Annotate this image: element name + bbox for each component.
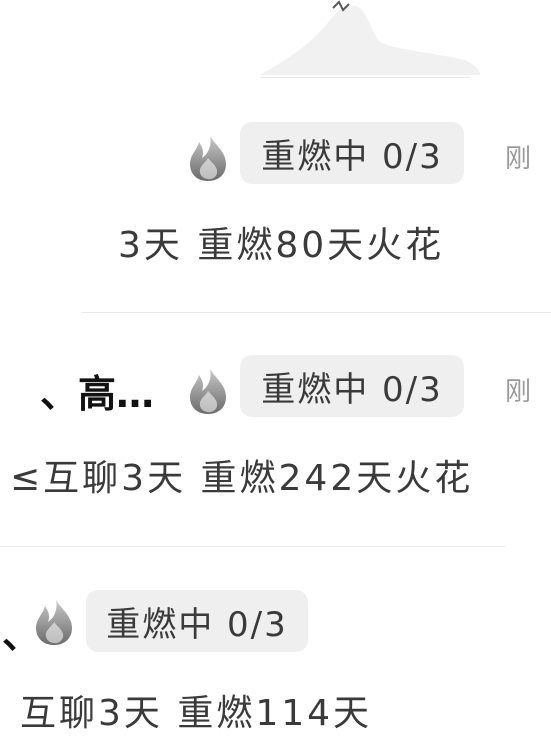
conversation-subtitle: ≤互聊3天 重燃242天火花	[10, 458, 474, 499]
flame-icon	[190, 369, 226, 414]
divider	[260, 77, 470, 78]
rekindle-badge: 重燃中 0/3	[240, 355, 464, 417]
flame-icon	[190, 136, 226, 181]
conversation-item-2[interactable]: 、高… 重燃中 0/3 刚 ≤互聊3天 重燃242天火花	[0, 345, 551, 525]
conversation-item-3[interactable]: 、 重燃中 0/3 互聊3天 重燃114天	[0, 580, 551, 750]
contact-name: 、高…	[40, 372, 155, 416]
mountain-avatar	[255, 0, 485, 80]
timestamp: 刚	[505, 377, 532, 407]
rekindle-badge: 重燃中 0/3	[86, 590, 308, 652]
flame-icon	[36, 600, 72, 645]
divider	[82, 312, 551, 313]
conversation-item-1[interactable]: 重燃中 0/3 刚 3天 重燃80天火花	[0, 110, 551, 280]
conversation-subtitle: 互聊3天 重燃114天	[20, 693, 373, 734]
divider	[0, 546, 505, 547]
rekindle-badge: 重燃中 0/3	[240, 122, 464, 184]
conversation-subtitle: 3天 重燃80天火花	[118, 225, 445, 266]
timestamp: 刚	[505, 144, 532, 174]
